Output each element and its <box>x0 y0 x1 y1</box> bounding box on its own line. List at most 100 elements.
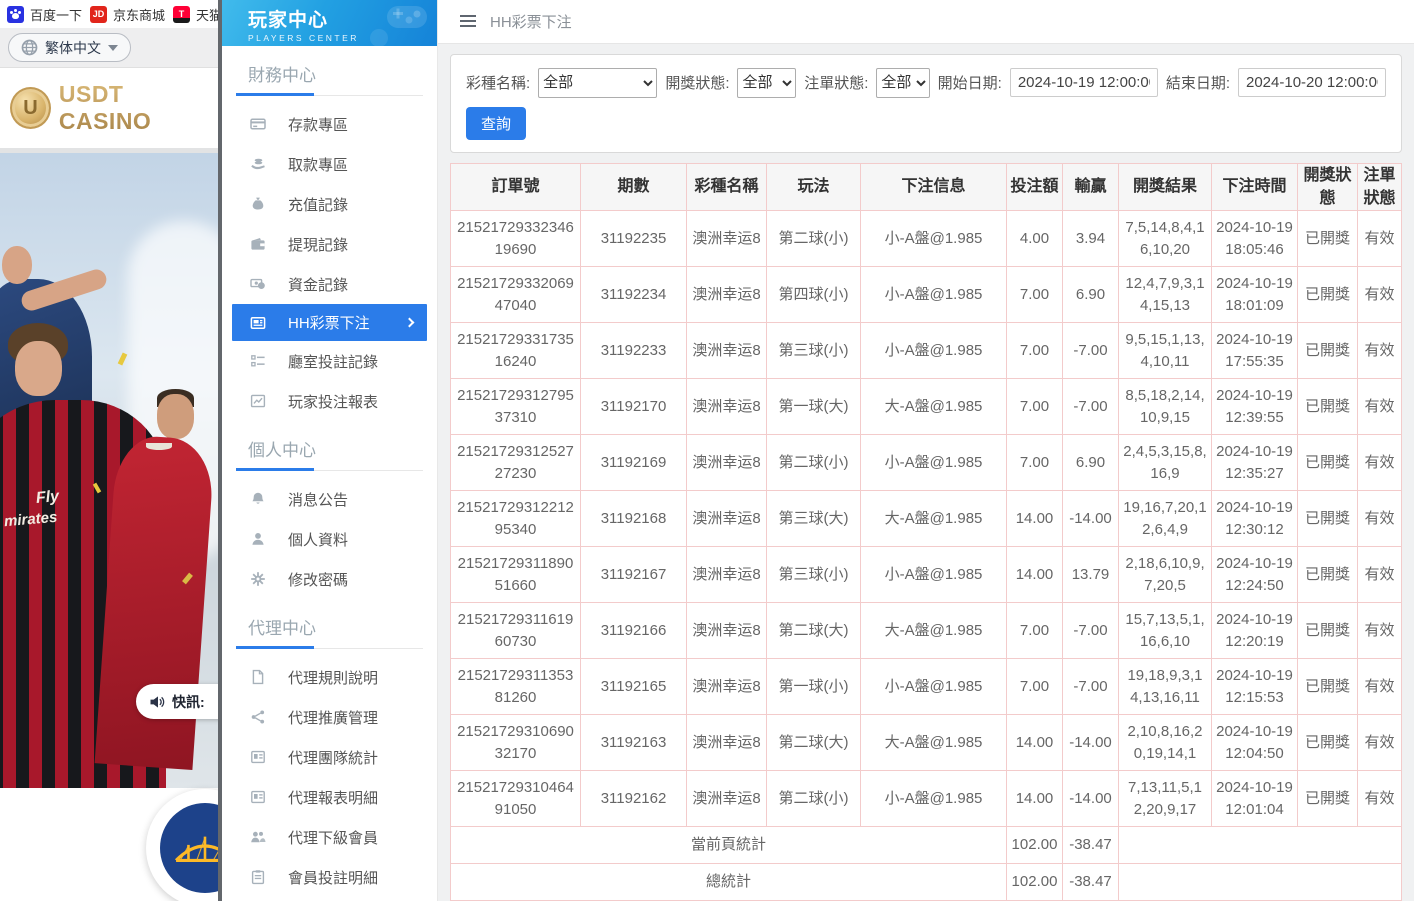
table-cell: 澳洲幸运8 <box>687 547 767 603</box>
lottery-name-select[interactable]: 全部 <box>538 68 657 98</box>
bookmark-item[interactable]: 百度一下 <box>7 5 82 24</box>
sidebar-item-hall-bet-records[interactable]: 廳室投註記錄 <box>222 341 437 381</box>
table-cell: -7.00 <box>1063 323 1119 379</box>
sidebar-item-label: 取款專區 <box>288 154 348 175</box>
draw-status-label: 開獎狀態: <box>665 72 729 93</box>
table-cell: 2152172931189051660 <box>451 547 581 603</box>
table-cell: 7.00 <box>1007 603 1063 659</box>
baidu-paw-icon <box>7 6 24 23</box>
id-card-icon <box>250 749 266 765</box>
language-selector[interactable]: 繁体中文 <box>8 33 131 62</box>
table-cell: -7.00 <box>1063 659 1119 715</box>
sidebar-item-agent-promotion[interactable]: 代理推廣管理 <box>222 697 437 737</box>
wallet-icon <box>250 236 266 252</box>
bookmark-item[interactable]: JD京东商城 <box>90 5 165 24</box>
table-cell: 小-A盤@1.985 <box>861 771 1007 827</box>
table-cell: 第一球(大) <box>767 379 861 435</box>
ticker-label: 快訊: <box>172 692 205 712</box>
table-cell: -14.00 <box>1063 715 1119 771</box>
table-cell: 已開獎 <box>1298 771 1358 827</box>
filter-panel: 彩種名稱: 全部 開獎狀態: 全部 注單狀態: 全部 開始日期: 結束日期: 查… <box>450 54 1402 153</box>
table-cell: 第二球(小) <box>767 211 861 267</box>
table-cell: 大-A盤@1.985 <box>861 603 1007 659</box>
table-row: 215217293127953731031192170澳洲幸运8第一球(大)大-… <box>451 379 1402 435</box>
share-icon <box>250 709 266 725</box>
sidebar-item-agent-rules[interactable]: 代理規則說明 <box>222 657 437 697</box>
chevron-down-icon <box>108 45 118 51</box>
table-cell: 2024-10-19 12:20:19 <box>1212 603 1298 659</box>
sidebar-item-withdraw-zone[interactable]: 取款專區 <box>222 144 437 184</box>
table-cell: 31192170 <box>581 379 687 435</box>
end-date-label: 結束日期: <box>1166 72 1230 93</box>
news-ticker[interactable]: 快訊: <box>136 684 218 719</box>
bookmark-item[interactable]: T天猫 <box>173 5 218 24</box>
promo-banner: Fly mirates 快訊: <box>0 153 218 788</box>
sidebar-item-player-bet-report[interactable]: 玩家投注報表 <box>222 381 437 421</box>
table-cell: 2024-10-19 18:05:46 <box>1212 211 1298 267</box>
sidebar-item-announcements[interactable]: 消息公告 <box>222 479 437 519</box>
sidebar-item-agent-sub-members[interactable]: 代理下級會員 <box>222 817 437 857</box>
table-cell: 有效 <box>1358 603 1402 659</box>
table-cell: 有效 <box>1358 267 1402 323</box>
sidebar-item-profile[interactable]: 個人資料 <box>222 519 437 559</box>
sidebar-item-member-bet-detail[interactable]: 會員投註明細 <box>222 857 437 897</box>
table-cell: 31192165 <box>581 659 687 715</box>
id-card-icon <box>250 789 266 805</box>
table-cell: 第三球(小) <box>767 547 861 603</box>
draw-status-select[interactable]: 全部 <box>737 68 796 98</box>
section-rule <box>236 95 423 96</box>
sidebar-item-withdraw-records[interactable]: 提現記錄 <box>222 224 437 264</box>
column-header: 投注額 <box>1007 163 1063 210</box>
start-date-input[interactable] <box>1010 68 1158 97</box>
column-header: 注單狀態 <box>1358 163 1402 210</box>
table-cell: 2152172933173516240 <box>451 323 581 379</box>
bank-card-icon <box>250 116 266 132</box>
top-bar: HH彩票下注 <box>438 0 1414 44</box>
table-cell: 2152172931252727230 <box>451 435 581 491</box>
sidebar-item-label: 代理團隊統計 <box>288 747 378 768</box>
table-cell: 2024-10-19 12:15:53 <box>1212 659 1298 715</box>
total-winloss: -38.47 <box>1063 864 1119 901</box>
total-label: 總統計 <box>451 864 1007 901</box>
table-cell: 2152172931221295340 <box>451 491 581 547</box>
sidebar-item-agent-team-stats[interactable]: 代理團隊統計 <box>222 737 437 777</box>
table-row: 215217293320694704031192234澳洲幸运8第四球(小)小-… <box>451 267 1402 323</box>
table-cell: 7.00 <box>1007 267 1063 323</box>
speaker-icon <box>149 694 165 710</box>
end-date-input[interactable] <box>1238 68 1386 97</box>
money-record-icon <box>250 276 266 292</box>
sidebar-item-change-password[interactable]: 修改密碼 <box>222 559 437 599</box>
table-cell: 13.79 <box>1063 547 1119 603</box>
page-title: HH彩票下注 <box>490 11 572 32</box>
sidebar-item-agent-report-detail[interactable]: 代理報表明細 <box>222 777 437 817</box>
sidebar-item-deposit-zone[interactable]: 存款專區 <box>222 104 437 144</box>
table-row: 215217293118905166031192167澳洲幸运8第三球(小)小-… <box>451 547 1402 603</box>
sidebar-header: 玩家中心 PLAYERS CENTER <box>222 0 437 46</box>
column-header: 玩法 <box>767 163 861 210</box>
search-button[interactable]: 查詢 <box>466 107 526 140</box>
sidebar-item-hh-lottery-bets[interactable]: HH彩票下注 <box>232 304 427 341</box>
total-bet-amount: 102.00 <box>1007 864 1063 901</box>
document-icon <box>250 669 266 685</box>
column-header: 訂單號 <box>451 163 581 210</box>
sidebar-item-label: 代理推廣管理 <box>288 707 378 728</box>
sidebar-item-member-transaction-detail[interactable]: 會員交易明細 <box>222 897 437 901</box>
table-cell: 有效 <box>1358 659 1402 715</box>
column-header: 下注時間 <box>1212 163 1298 210</box>
player-milan-figure <box>15 341 62 396</box>
total-label: 當前頁統計 <box>451 827 1007 864</box>
table-cell: 2152172933234619690 <box>451 211 581 267</box>
table-cell: 2,10,8,16,20,19,14,1 <box>1119 715 1212 771</box>
menu-toggle-icon[interactable] <box>458 11 478 31</box>
order-status-select[interactable]: 全部 <box>876 68 929 98</box>
table-cell: 2152172931135381260 <box>451 659 581 715</box>
sidebar-item-funds-records[interactable]: 資金記錄 <box>222 264 437 304</box>
table-cell: 2152172931279537310 <box>451 379 581 435</box>
team-logo <box>146 789 218 901</box>
sidebar-item-recharge-records[interactable]: 充值記錄 <box>222 184 437 224</box>
table-cell: 2024-10-19 12:24:50 <box>1212 547 1298 603</box>
column-header: 開獎狀態 <box>1298 163 1358 210</box>
grand-total-row: 總統計102.00-38.47 <box>451 864 1402 901</box>
sidebar-section-title: 代理中心 <box>222 599 437 648</box>
site-logo[interactable]: U USDT CASINO <box>0 68 218 148</box>
